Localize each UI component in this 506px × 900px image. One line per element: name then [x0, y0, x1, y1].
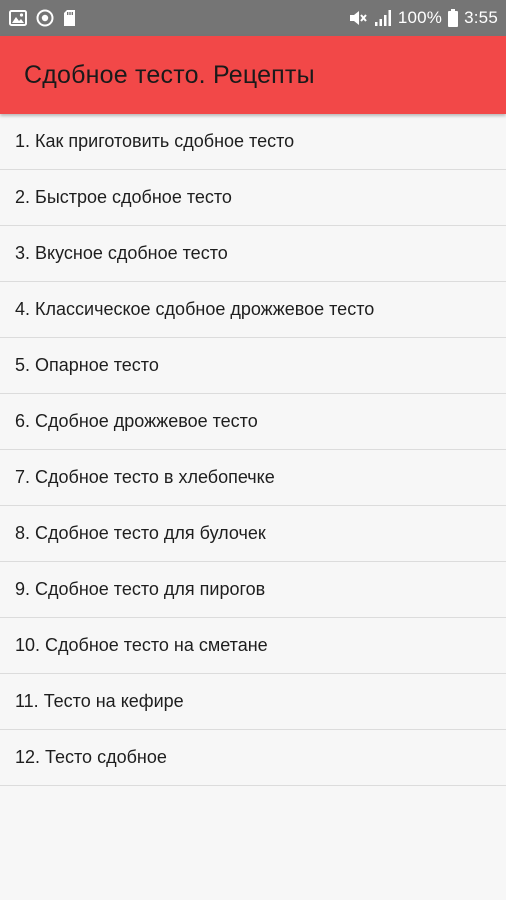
recipe-item[interactable]: 10. Сдобное тесто на сметане	[0, 618, 506, 674]
status-time: 3:55	[464, 8, 498, 27]
recipe-item[interactable]: 4. Классическое сдобное дрожжевое тесто	[0, 282, 506, 338]
recipe-item[interactable]: 11. Тесто на кефире	[0, 674, 506, 730]
recipe-item[interactable]: 3. Вкусное сдобное тесто	[0, 226, 506, 282]
recipe-item[interactable]: 9. Сдобное тесто для пирогов	[0, 562, 506, 618]
recipe-item[interactable]: 7. Сдобное тесто в хлебопечке	[0, 450, 506, 506]
recipe-label: 11. Тесто на кефире	[15, 691, 184, 711]
recipe-item[interactable]: 6. Сдобное дрожжевое тесто	[0, 394, 506, 450]
recipe-label: 9. Сдобное тесто для пирогов	[15, 579, 266, 599]
status-left-icons	[9, 9, 76, 27]
signal-icon	[374, 10, 391, 26]
app-bar: Сдобное тесто. Рецепты	[0, 36, 506, 114]
recipe-label: 12. Тесто сдобное	[15, 747, 167, 767]
recipe-item[interactable]: 2. Быстрое сдобное тесто	[0, 170, 506, 226]
image-icon	[9, 10, 27, 26]
battery-percentage: 100%	[397, 8, 443, 27]
status-right-icons: 100% 3:55	[348, 8, 498, 28]
recipe-label: 8. Сдобное тесто для булочек	[15, 523, 266, 543]
recipe-label: 3. Вкусное сдобное тесто	[15, 243, 228, 263]
recipe-label: 2. Быстрое сдобное тесто	[15, 187, 232, 207]
recipe-label: 5. Опарное тесто	[15, 355, 159, 375]
recipe-label: 10. Сдобное тесто на сметане	[15, 635, 268, 655]
recipe-label: 4. Классическое сдобное дрожжевое тесто	[15, 299, 375, 319]
recipe-list: 1. Как приготовить сдобное тесто 2. Быст…	[0, 114, 506, 786]
status-bar: 100% 3:55	[0, 0, 506, 36]
app-title: Сдобное тесто. Рецепты	[24, 60, 315, 89]
camera-lens-icon	[36, 9, 54, 27]
recipe-item[interactable]: 8. Сдобное тесто для булочек	[0, 506, 506, 562]
recipe-item[interactable]: 12. Тесто сдобное	[0, 730, 506, 786]
recipe-item[interactable]: 5. Опарное тесто	[0, 338, 506, 394]
sd-card-icon	[64, 10, 75, 26]
recipe-label: 7. Сдобное тесто в хлебопечке	[15, 467, 275, 487]
recipe-item[interactable]: 1. Как приготовить сдобное тесто	[0, 114, 506, 170]
mute-icon	[349, 11, 367, 25]
battery-icon	[448, 9, 459, 27]
recipe-label: 1. Как приготовить сдобное тесто	[15, 131, 295, 151]
recipe-label: 6. Сдобное дрожжевое тесто	[15, 411, 258, 431]
